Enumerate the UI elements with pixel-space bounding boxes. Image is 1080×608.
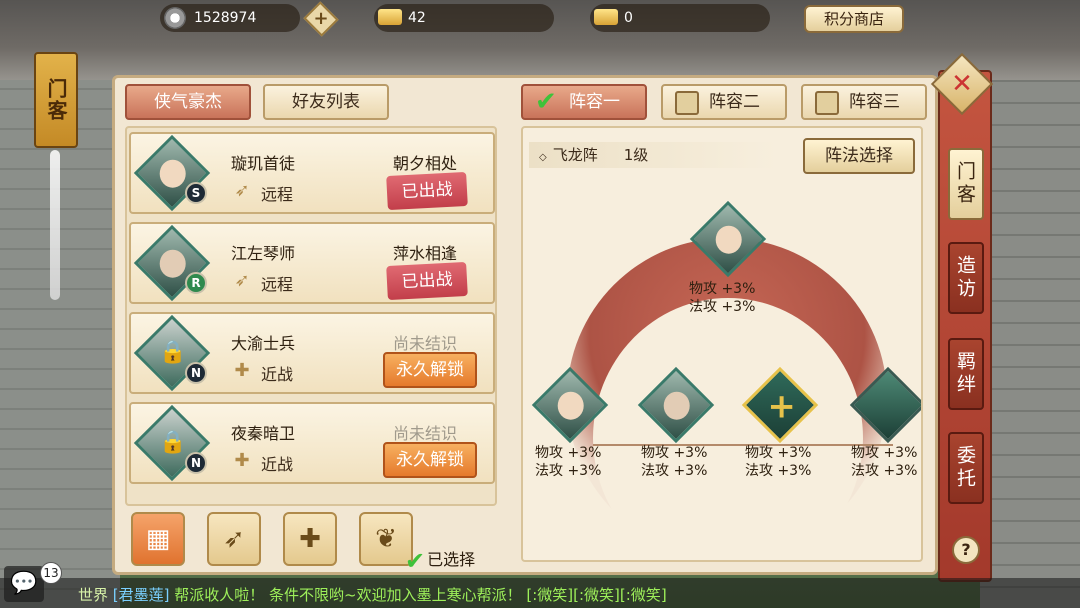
member-type: 远程 <box>261 185 294 204</box>
formation-select-button[interactable]: 阵法选择 <box>803 138 915 174</box>
ingot-counter: 0 <box>590 4 770 32</box>
main-panel: 侠气豪杰 好友列表 S 璇玑首徒 ➶ 远程 朝夕相处 已出战 R 江左琴师 ➶ … <box>112 75 938 575</box>
add-coins-button[interactable]: + <box>303 1 339 37</box>
ingot-value: 0 <box>624 10 633 26</box>
deployed-stamp: 已出战 <box>386 171 468 211</box>
rank-badge: S <box>185 182 207 204</box>
member-type: 近战 <box>261 365 294 384</box>
slot-stats: 物攻 +3% 法攻 +3% <box>641 445 708 479</box>
slot-stats: 物攻 +3% 法攻 +3% <box>689 281 756 315</box>
sidenav-item-visit[interactable]: 造访 <box>948 242 984 314</box>
member-card[interactable]: S 璇玑首徒 ➶ 远程 朝夕相处 已出战 <box>129 132 495 214</box>
member-type: 远程 <box>261 275 294 294</box>
chat-bubble-icon[interactable]: 💬 <box>4 566 44 602</box>
resource-bar: 1528974 + 42 0 <box>160 1 910 37</box>
ingot-icon <box>594 9 618 25</box>
sidenav-item-commission[interactable]: 委托 <box>948 432 984 504</box>
selected-indicator: ✔ 已选择 <box>405 546 476 575</box>
sword-icon: ✚ <box>234 360 250 381</box>
formation-arc-inner <box>593 298 863 560</box>
tab-friends[interactable]: 好友列表 <box>263 84 389 120</box>
unlock-button[interactable]: 永久解锁 <box>383 352 477 388</box>
unlock-button[interactable]: 永久解锁 <box>383 442 477 478</box>
bond-status: 朝夕相处 <box>393 154 458 173</box>
member-type: 近战 <box>261 455 294 474</box>
rank-badge: N <box>185 362 207 384</box>
deployed-stamp: 已出战 <box>386 261 468 301</box>
gold-counter: 42 <box>374 4 554 32</box>
chat-unread-badge: 13 <box>40 562 62 584</box>
tab-heroes[interactable]: 侠气豪杰 <box>125 84 251 120</box>
checkmark-icon: ✔ <box>535 87 557 117</box>
filter-melee-icon[interactable]: ✚ <box>283 512 337 566</box>
check-icon: ✔ <box>405 546 426 575</box>
background-wall-left <box>0 80 120 608</box>
member-card[interactable]: 🔒 N 夜秦暗卫 ✚ 近战 尚未结识 永久解锁 <box>129 402 495 484</box>
bond-status: 萍水相逢 <box>393 244 458 263</box>
checkbox-icon <box>675 91 699 115</box>
tab-lineup-1[interactable]: ✔ 阵容一 <box>521 84 647 120</box>
formation-name: 飞龙阵 <box>552 146 598 164</box>
page-title-banner: 门客 <box>34 52 78 148</box>
formation-header: ◇ 飞龙阵 1级 <box>529 142 777 168</box>
formation-level: 1级 <box>623 146 649 164</box>
slot-stats: 物攻 +3% 法攻 +3% <box>535 445 602 479</box>
slot-stats: 物攻 +3% 法攻 +3% <box>851 445 918 479</box>
bow-icon: ➶ <box>234 270 250 291</box>
sidenav-item-guests[interactable]: 门客 <box>948 148 984 220</box>
member-card[interactable]: 🔒 N 大渝士兵 ✚ 近战 尚未结识 永久解锁 <box>129 312 495 394</box>
member-name: 璇玑首徒 <box>231 154 296 173</box>
tassel-decoration <box>50 150 60 300</box>
chat-channel: 世界 <box>78 586 109 604</box>
side-nav <box>938 70 992 582</box>
lock-icon: 🔒 <box>159 340 187 365</box>
chat-message[interactable]: 世界 [君墨莲] 帮派收人啦！ 条件不限哟~欢迎加入墨上寒心帮派！ [:微笑][… <box>78 584 667 605</box>
bond-status: 尚未结识 <box>393 424 458 443</box>
diamond-icon: ◇ <box>539 152 547 163</box>
rank-badge: N <box>185 452 207 474</box>
sidenav-item-bonds[interactable]: 羁绊 <box>948 338 984 410</box>
add-icon: + <box>767 386 796 427</box>
slot-chain <box>593 444 893 446</box>
coin-counter: 1528974 <box>160 4 300 32</box>
tab-lineup-2[interactable]: 阵容二 <box>661 84 787 120</box>
gold-ingot-icon <box>378 9 402 25</box>
chat-content: 帮派收人啦！ 条件不限哟~欢迎加入墨上寒心帮派！ [:微笑][:微笑][:微笑] <box>169 586 667 604</box>
gold-value: 42 <box>408 10 426 26</box>
help-button[interactable]: ? <box>952 536 980 564</box>
lock-icon: 🔒 <box>159 430 187 455</box>
coin-value: 1528974 <box>194 10 257 26</box>
coin-icon <box>164 7 186 29</box>
bow-icon: ➶ <box>234 180 250 201</box>
close-icon: ✕ <box>951 69 973 99</box>
bond-status: 尚未结识 <box>393 334 458 353</box>
member-list: S 璇玑首徒 ➶ 远程 朝夕相处 已出战 R 江左琴师 ➶ 远程 萍水相逢 已出… <box>125 126 497 506</box>
background-wall-right <box>980 80 1080 608</box>
slot-stats: 物攻 +3% 法攻 +3% <box>745 445 812 479</box>
tab-lineup-3[interactable]: 阵容三 <box>801 84 927 120</box>
sword-icon: ✚ <box>234 450 250 471</box>
checkbox-icon <box>815 91 839 115</box>
formation-panel: ◇ 飞龙阵 1级 阵法选择 物攻 +3% 法攻 +3% 物攻 +3% 法攻 +3% … <box>521 126 923 562</box>
member-name: 夜秦暗卫 <box>231 424 296 443</box>
filter-ranged-icon[interactable]: ➶ <box>207 512 261 566</box>
member-card[interactable]: R 江左琴师 ➶ 远程 萍水相逢 已出战 <box>129 222 495 304</box>
chat-sender: [君墨莲] <box>112 586 170 604</box>
member-name: 江左琴师 <box>231 244 296 263</box>
points-shop-button[interactable]: 积分商店 <box>804 5 904 33</box>
member-name: 大渝士兵 <box>231 334 296 353</box>
rank-badge: R <box>185 272 207 294</box>
filter-all-icon[interactable]: ▦ <box>131 512 185 566</box>
